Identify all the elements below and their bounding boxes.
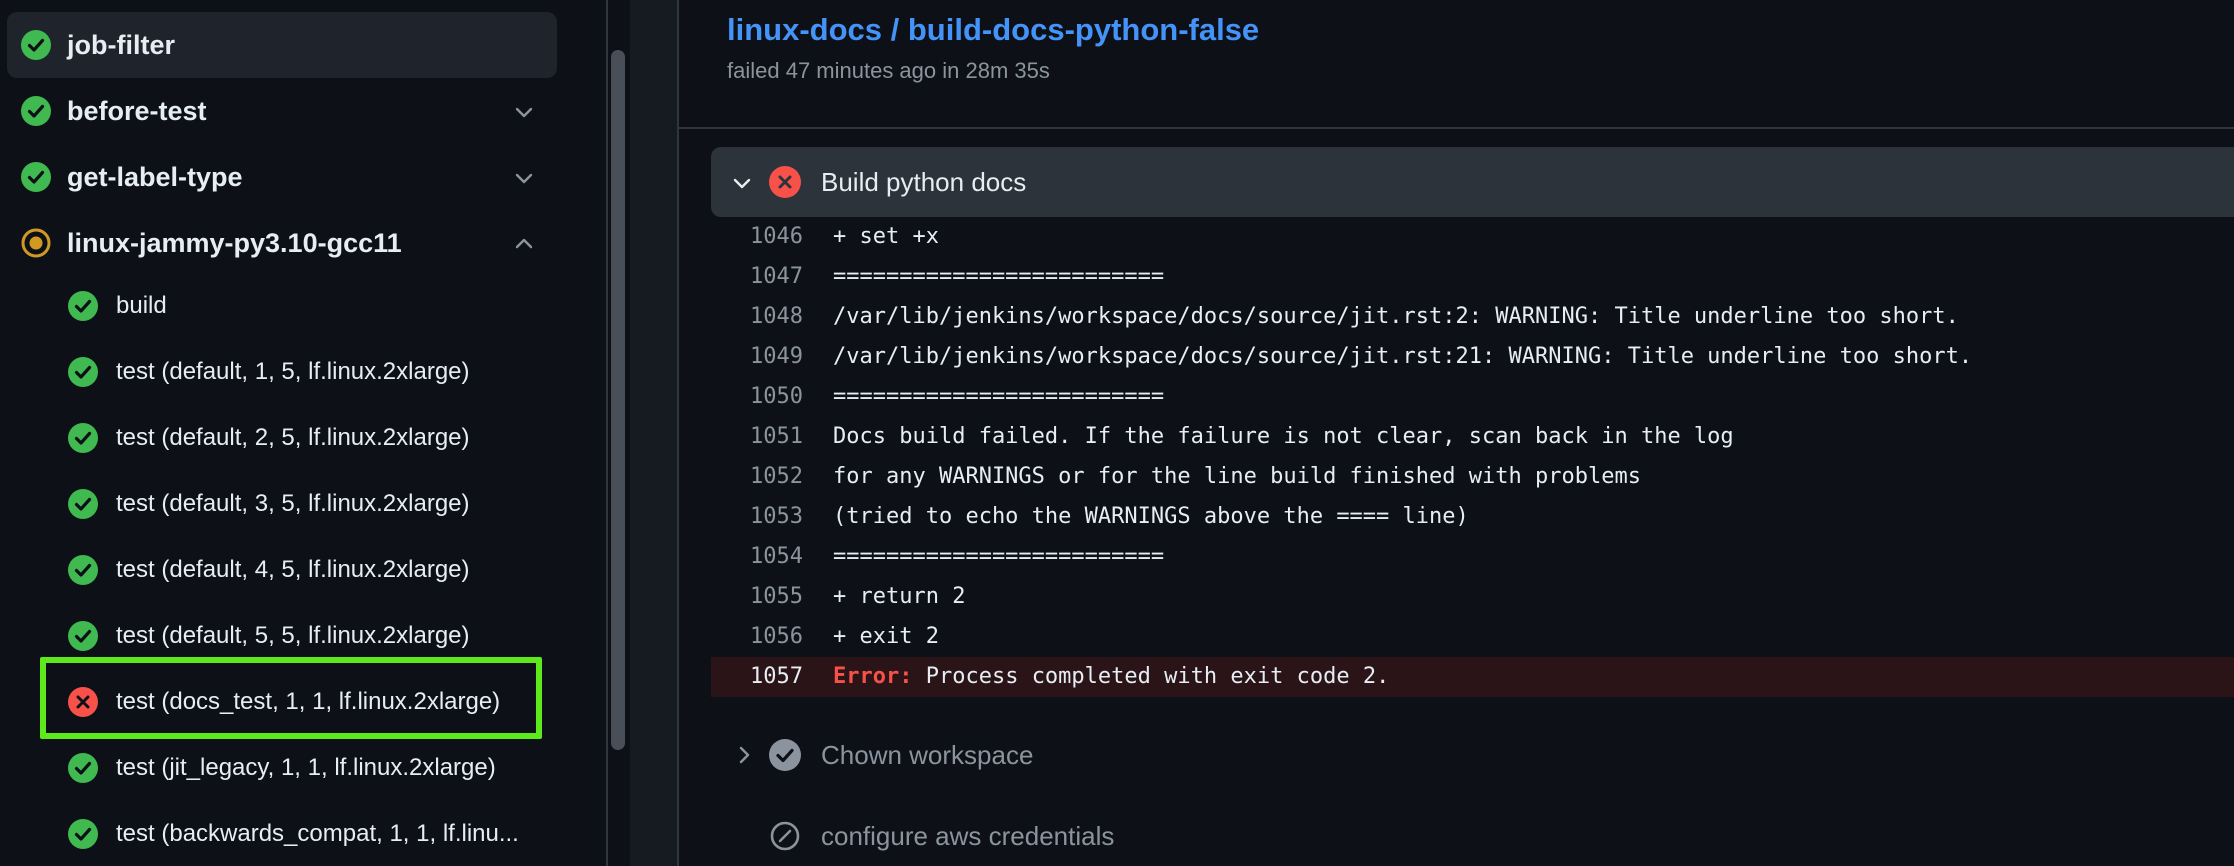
job-title-link[interactable]: linux-docs / build-docs-python-false [727, 12, 1259, 48]
sidebar-gutter [630, 0, 678, 866]
step-row-configure-aws[interactable]: configure aws credentials [711, 806, 2234, 866]
log-line-number[interactable]: 1055 [711, 577, 803, 617]
sidebar-subjob-label: test (default, 3, 5, lf.linux.2xlarge) [116, 490, 470, 517]
sidebar-job-label: linux-jammy-py3.10-gcc11 [67, 228, 402, 258]
check-circle-icon [68, 819, 98, 849]
sidebar-subjob-test-default-3[interactable]: test (default, 3, 5, lf.linux.2xlarge) [62, 473, 552, 535]
sidebar-subjob-test-jit-legacy[interactable]: test (jit_legacy, 1, 1, lf.linux.2xlarge… [62, 737, 552, 799]
log-line: 1053 (tried to echo the WARNINGS above th… [711, 497, 2234, 537]
log-line: 1051 Docs build failed. If the failure is… [711, 417, 2234, 457]
skipped-icon [770, 821, 800, 851]
log-line-number[interactable]: 1057 [711, 657, 803, 697]
log-line-error: 1057 Error: Process completed with exit c… [711, 657, 2234, 697]
check-circle-icon [68, 357, 98, 387]
sidebar-job-label: job-filter [67, 30, 175, 60]
log-line: 1050 ========================= [711, 377, 2234, 417]
step-row-chown-workspace[interactable]: Chown workspace [711, 725, 2234, 785]
check-circle-icon [68, 621, 98, 651]
step-title: Build python docs [821, 167, 1027, 197]
sidebar-subjob-label: test (backwards_compat, 1, 1, lf.linu... [116, 820, 519, 847]
sidebar-divider [606, 0, 608, 866]
log-output: 1046 + set +x 1047 =======================… [711, 217, 2234, 697]
sidebar-subjob-label: build [116, 292, 167, 319]
sidebar-job-job-filter[interactable]: job-filter [7, 12, 557, 78]
log-line-number[interactable]: 1050 [711, 377, 803, 417]
check-circle-icon [68, 555, 98, 585]
sidebar-subjob-test-default-2[interactable]: test (default, 2, 5, lf.linux.2xlarge) [62, 407, 552, 469]
in-progress-icon [21, 228, 51, 258]
log-line-text: ========================= [833, 544, 1165, 569]
sidebar-job-linux-jammy[interactable]: linux-jammy-py3.10-gcc11 [7, 210, 557, 276]
log-line-text: for any WARNINGS or for the line build f… [833, 464, 1641, 489]
log-line-number[interactable]: 1046 [711, 217, 803, 257]
log-line-number[interactable]: 1056 [711, 617, 803, 657]
check-circle-icon [68, 753, 98, 783]
sidebar-subjob-label: test (jit_legacy, 1, 1, lf.linux.2xlarge… [116, 754, 496, 781]
log-line-text: + exit 2 [833, 624, 939, 649]
log-line-text: + set +x [833, 224, 939, 249]
log-line: 1056 + exit 2 [711, 617, 2234, 657]
sidebar-subjob-label: test (default, 2, 5, lf.linux.2xlarge) [116, 424, 470, 451]
chevron-right-icon[interactable] [733, 744, 755, 766]
log-line: 1049/var/lib/jenkins/workspace/docs/sour… [711, 337, 2234, 377]
log-line: 1055 + return 2 [711, 577, 2234, 617]
step-label: Chown workspace [821, 740, 1034, 770]
check-circle-icon [68, 291, 98, 321]
sidebar-scrollbar[interactable] [611, 50, 625, 750]
sidebar-subjob-build[interactable]: build [62, 275, 552, 337]
log-line: 1048/var/lib/jenkins/workspace/docs/sour… [711, 297, 2234, 337]
step-label: configure aws credentials [821, 821, 1115, 851]
check-circle-icon [21, 96, 51, 126]
job-log-panel: linux-docs / build-docs-python-false fai… [679, 0, 2234, 866]
job-status-text: failed 47 minutes ago in 28m 35s [727, 58, 1050, 83]
error-message: Process completed with exit code 2. [912, 664, 1390, 689]
sidebar-job-label: get-label-type [67, 162, 243, 192]
log-line-text: /var/lib/jenkins/workspace/docs/source/j… [833, 344, 1973, 369]
sidebar-subjob-label: test (default, 1, 5, lf.linux.2xlarge) [116, 358, 470, 385]
sidebar-subjob-test-backwards-compat[interactable]: test (backwards_compat, 1, 1, lf.linu... [62, 803, 552, 865]
log-line: 1046 + set +x [711, 217, 2234, 257]
log-line: 1052 for any WARNINGS or for the line bui… [711, 457, 2234, 497]
log-line-text: /var/lib/jenkins/workspace/docs/source/j… [833, 304, 1959, 329]
step-header-build-python-docs[interactable]: Build python docs [711, 147, 2234, 217]
log-line: 1047 ========================= [711, 257, 2234, 297]
sidebar-job-get-label-type[interactable]: get-label-type [7, 144, 557, 210]
x-circle-icon [769, 166, 801, 198]
check-circle-icon [68, 423, 98, 453]
log-line-text: Docs build failed. If the failure is not… [833, 424, 1734, 449]
log-line: 1054 ========================= [711, 537, 2234, 577]
log-line-number[interactable]: 1051 [711, 417, 803, 457]
log-line-text: Error: Process completed with exit code … [833, 657, 1389, 697]
header-separator [679, 127, 2234, 129]
log-line-number[interactable]: 1053 [711, 497, 803, 537]
error-prefix: Error: [833, 664, 913, 689]
log-line-text: (tried to echo the WARNINGS above the ==… [833, 504, 1469, 529]
check-circle-icon [769, 739, 801, 771]
sidebar-subjob-test-default-1[interactable]: test (default, 1, 5, lf.linux.2xlarge) [62, 341, 552, 403]
log-line-number[interactable]: 1047 [711, 257, 803, 297]
log-line-number[interactable]: 1054 [711, 537, 803, 577]
check-circle-icon [68, 489, 98, 519]
highlight-annotation-box [40, 657, 542, 739]
check-circle-icon [21, 30, 51, 60]
log-line-number[interactable]: 1048 [711, 297, 803, 337]
sidebar-subjob-test-default-4[interactable]: test (default, 4, 5, lf.linux.2xlarge) [62, 539, 552, 601]
check-circle-icon [21, 162, 51, 192]
chevron-down-icon[interactable] [513, 167, 535, 189]
log-line-text: ========================= [833, 384, 1165, 409]
log-line-text: + return 2 [833, 584, 966, 609]
sidebar-job-before-test[interactable]: before-test [7, 78, 557, 144]
chevron-down-icon[interactable] [731, 172, 753, 194]
log-line-number[interactable]: 1052 [711, 457, 803, 497]
sidebar-subjob-label: test (default, 4, 5, lf.linux.2xlarge) [116, 556, 470, 583]
chevron-down-icon[interactable] [513, 101, 535, 123]
sidebar-job-label: before-test [67, 96, 207, 126]
log-line-number[interactable]: 1049 [711, 337, 803, 377]
log-line-text: ========================= [833, 264, 1165, 289]
job-sidebar: job-filter before-test get-label-type li… [0, 0, 608, 866]
chevron-up-icon[interactable] [513, 233, 535, 255]
